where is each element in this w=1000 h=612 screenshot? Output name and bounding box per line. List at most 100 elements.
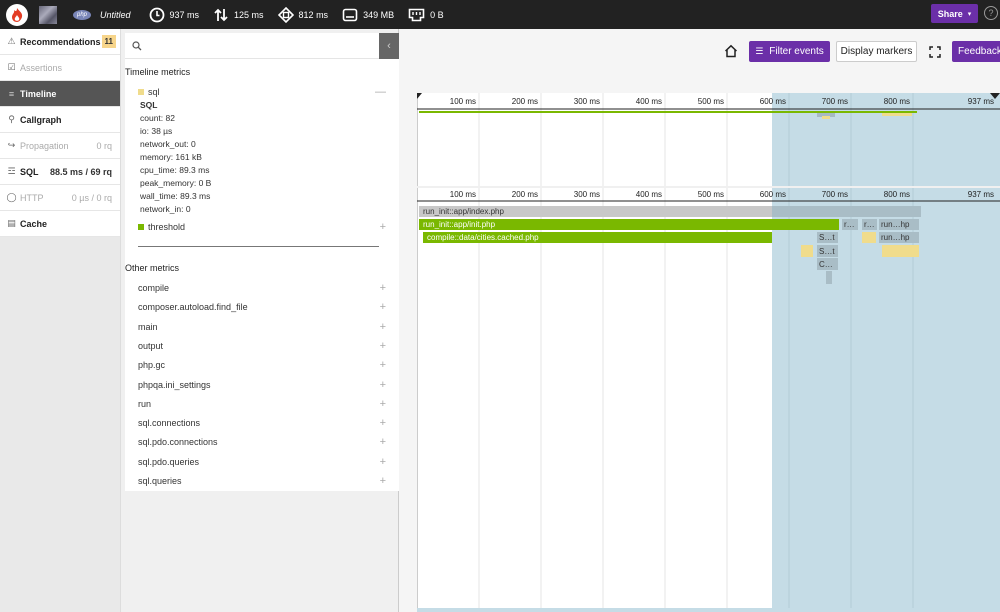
sidebar-item-timeline[interactable]: ≡ Timeline [0,81,120,107]
fullscreen-button[interactable] [929,46,941,58]
metric-row-compile[interactable]: compile + [138,282,386,294]
metric-label: phpqa.ini_settings [138,380,211,390]
metric-row-sql-queries[interactable]: sql.queries + [138,475,386,487]
metric-row-composer-autoload[interactable]: composer.autoload.find_file + [138,301,386,313]
help-icon[interactable]: ? [984,6,998,20]
metric-row-php-gc[interactable]: php.gc + [138,359,386,371]
metrics-panel: ‹ Timeline metrics sql — SQL count: 82 i… [121,29,399,612]
divider [138,246,379,247]
filter-icon: ☰ [755,46,764,56]
overview-tick-label: 937 ms [968,97,994,106]
overview-tick-label: 400 ms [636,97,662,106]
overview-tick-label: 600 ms [760,97,786,106]
sidebar-item-http[interactable]: ◯ HTTP 0 µs / 0 rq [0,185,120,211]
check-circle-icon: ☑ [7,62,16,72]
sidebar-item-propagation[interactable]: ↪ Propagation 0 rq [0,133,120,159]
metrics-search-bar[interactable]: ‹ [125,33,399,59]
grid-lines [478,93,728,612]
event-label-init: run_init::app/init.php [423,220,496,229]
fullscreen-icon [929,46,941,58]
home-button[interactable] [724,44,738,58]
memory-value: 349 MB [363,9,395,20]
sidebar-item-label: Propagation [20,140,69,151]
plus-icon[interactable]: + [380,417,386,429]
minus-icon[interactable]: — [375,86,386,98]
sql-detail-peak-memory: peak_memory: 0 B [140,178,212,188]
timeline-icon: ≡ [8,88,15,99]
metric-row-threshold[interactable]: threshold + [138,221,386,233]
plus-icon[interactable]: + [380,475,386,487]
sql-detail-io: io: 38 µs [140,126,173,136]
sql-detail-memory: memory: 161 kB [140,152,202,162]
plus-icon[interactable]: + [380,456,386,468]
plus-icon[interactable]: + [380,436,386,448]
metric-row-sql[interactable]: sql — [138,86,386,98]
metric-row-run[interactable]: run + [138,398,386,410]
sql-event-bar[interactable] [882,245,919,257]
http-value: 0 µs / 0 rq [71,192,112,203]
filter-events-label: Filter events [769,46,824,57]
metric-row-output[interactable]: output + [138,340,386,352]
metric-label: compile [138,283,170,293]
plus-icon[interactable]: + [380,359,386,371]
sql-detail-cpu-time: cpu_time: 89.3 ms [140,165,210,175]
blackfire-logo-icon[interactable] [6,3,28,26]
timeline-metrics-title: Timeline metrics [125,67,191,77]
share-label: Share [937,8,963,19]
timeline-chart: 100 ms 200 ms 300 ms 400 ms 500 ms 600 m… [417,93,1000,612]
threshold-color-swatch [138,224,144,230]
plus-icon[interactable]: + [380,340,386,352]
event-bar-small[interactable] [826,271,832,284]
metric-label: composer.autoload.find_file [138,302,248,312]
overview-tick-label: 500 ms [698,97,724,106]
sidebar-item-label: SQL [20,166,39,177]
plus-icon[interactable]: + [380,379,386,391]
propagation-icon: ↪ [7,140,16,150]
sidebar-item-recommendations[interactable]: ⚠ Recommendations 11 [0,29,120,55]
metric-row-sql-connections[interactable]: sql.connections + [138,417,386,429]
sidebar-item-cache[interactable]: ▤ Cache [0,211,120,237]
metric-row-phpqa-ini[interactable]: phpqa.ini_settings + [138,379,386,391]
overview-tick-label: 200 ms [512,97,538,106]
plus-icon[interactable]: + [380,301,386,313]
feedback-button[interactable]: Feedback [952,41,1000,62]
filter-events-button[interactable]: ☰ Filter events [749,41,830,62]
metric-label: output [138,341,164,351]
event-label-compile: compile::data/cities.cached.php [427,233,539,242]
plus-icon[interactable]: + [380,321,386,333]
sidebar-item-label: Assertions [20,62,63,73]
detail-tick-label: 200 ms [512,190,538,199]
metric-row-sql-pdo-connections[interactable]: sql.pdo.connections + [138,436,386,448]
overview-tick-label: 100 ms [450,97,476,106]
profile-title[interactable]: Untitled [100,10,131,20]
plus-icon[interactable]: + [380,221,386,233]
metric-row-sql-pdo-queries[interactable]: sql.pdo.queries + [138,456,386,468]
database-icon: ☲ [7,166,16,176]
warning-circle-icon: ⚠ [7,36,16,46]
horizontal-scrollbar[interactable] [417,608,1000,612]
detail-tick-label: 300 ms [574,190,600,199]
sidebar-item-callgraph[interactable]: ⚲ Callgraph [0,107,120,133]
metric-row-main[interactable]: main + [138,321,386,333]
event-label-runhp2: run…hp [881,233,910,242]
sql-detail-network-out: network_out: 0 [140,139,196,149]
avatar[interactable] [39,5,57,24]
io-metric: 125 ms [213,7,264,23]
share-button[interactable]: Share ▾ [931,4,978,23]
cache-icon: ▤ [7,218,16,228]
start-marker-icon[interactable] [417,93,422,99]
cpu-icon [277,6,294,23]
sql-event-bar[interactable] [801,245,813,257]
sql-event-bar[interactable] [862,232,876,243]
sidebar-item-sql[interactable]: ☲ SQL 88.5 ms / 69 rq [0,159,120,185]
sidebar-item-assertions[interactable]: ☑ Assertions [0,55,120,81]
feedback-label: Feedback [958,46,1000,57]
sidebar: ⚠ Recommendations 11 ☑ Assertions ≡ Time… [0,29,121,612]
plus-icon[interactable]: + [380,398,386,410]
overview-bar [419,111,772,113]
home-icon [724,44,738,58]
collapse-panel-button[interactable]: ‹ [379,33,399,59]
plus-icon[interactable]: + [380,282,386,294]
timeline-canvas[interactable]: 100 ms 200 ms 300 ms 400 ms 500 ms 600 m… [417,93,1000,612]
display-markers-button[interactable]: Display markers [836,41,917,62]
